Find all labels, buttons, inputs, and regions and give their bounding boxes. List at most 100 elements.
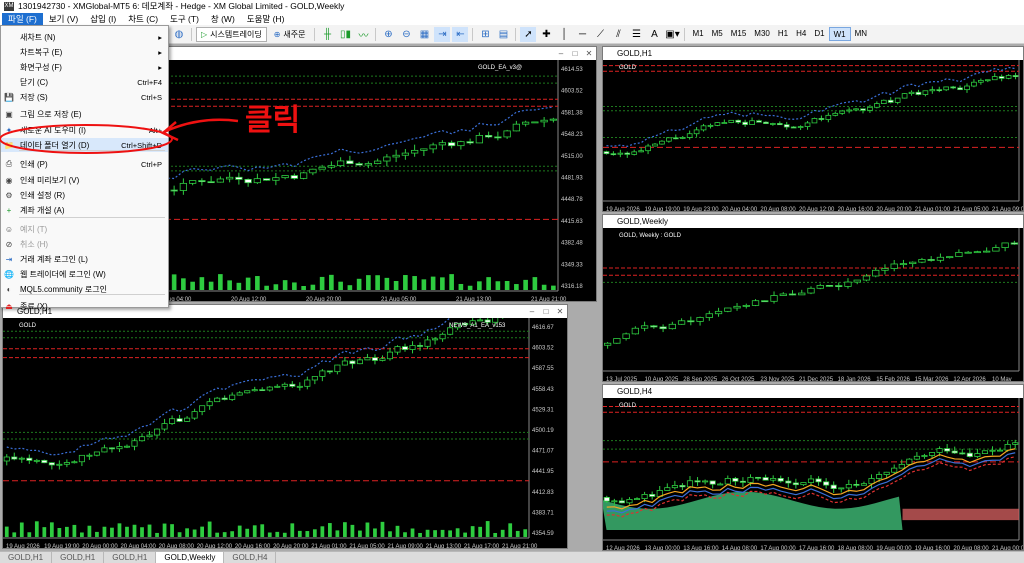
file-menu-item[interactable]: + 계좌 개설 (A): [1, 203, 168, 217]
candle-body: [687, 320, 695, 323]
close-icon[interactable]: ✕: [582, 47, 596, 60]
price-tick-label: 4448.78: [561, 197, 583, 203]
shapes-icon[interactable]: ▣▾: [664, 27, 680, 42]
candle-body: [899, 263, 908, 265]
timeframe-m1[interactable]: M1: [688, 27, 707, 41]
timeframe-w1[interactable]: W1: [828, 27, 851, 41]
tab-gold-h1[interactable]: GOLD,H1: [0, 552, 53, 563]
chart-canvas[interactable]: 13 Jul 2025 10 Aug 2025 28 Sep 2025 26 Oct …: [603, 228, 1024, 382]
timeframe-mn[interactable]: MN: [851, 27, 871, 41]
timeframe-m30[interactable]: M30: [750, 27, 774, 41]
chart-canvas[interactable]: 4616.67 4603.52 4587.55 4558.43 4529.31 4500.…: [3, 318, 568, 549]
maximize-icon[interactable]: □: [539, 305, 553, 318]
equidistant-channel-icon[interactable]: ⫽: [610, 27, 626, 42]
file-menu-item[interactable]: ✦ 새로운 AI 도우미 (I) Alt+: [1, 123, 168, 137]
candle-body: [225, 176, 234, 180]
tab-gold-h1[interactable]: GOLD,H1: [52, 552, 105, 563]
candle-body: [336, 160, 345, 167]
candle-body: [790, 126, 797, 129]
bar-chart-icon[interactable]: ╫: [319, 27, 335, 42]
timeframe-d1[interactable]: D1: [810, 27, 828, 41]
file-menu-item[interactable]: ◉ 인쇄 미리보기 (V): [1, 173, 168, 187]
timeframe-h4[interactable]: H4: [792, 27, 810, 41]
candle-body: [603, 497, 610, 502]
minimize-icon[interactable]: –: [525, 305, 539, 318]
menu-separator: [19, 150, 165, 151]
menu-charts[interactable]: 차트 (C): [122, 13, 164, 25]
chart-window-gold-h4[interactable]: GOLD,H4 12 Aug 2026 13 Aug 00:00 13 Aug 16…: [602, 384, 1024, 551]
candle-body: [763, 121, 769, 124]
system-trading-button[interactable]: ▷ 시스템트레이딩: [196, 26, 267, 42]
trendline-icon[interactable]: ⟋: [592, 27, 608, 42]
text-icon[interactable]: A: [646, 27, 662, 42]
zoom-in-icon[interactable]: ⊕: [380, 27, 396, 42]
minimize-icon[interactable]: –: [554, 47, 568, 60]
candle-body: [732, 478, 739, 482]
file-menu-item[interactable]: ⎙ 인쇄 (P) Ctrl+P: [1, 157, 168, 171]
web-icon: 🌐: [4, 269, 14, 279]
menu-window[interactable]: 창 (W): [205, 13, 241, 25]
file-menu-item[interactable]: 🌐 웹 트레이더에 로그인 (W): [1, 267, 168, 281]
candle-body: [251, 389, 258, 392]
globe-icon[interactable]: ◍: [171, 27, 187, 42]
tab-gold-h1[interactable]: GOLD,H1: [104, 552, 157, 563]
candle-body: [862, 275, 871, 281]
chart-symbol-label: GOLD: [619, 65, 637, 71]
tab-gold-weekly[interactable]: GOLD,Weekly: [156, 552, 225, 563]
candle-body: [392, 154, 400, 158]
timeframe-m15[interactable]: M15: [727, 27, 751, 41]
zoom-out-icon[interactable]: ⊖: [398, 27, 414, 42]
close-icon[interactable]: ✕: [553, 305, 567, 318]
maximize-icon[interactable]: □: [568, 47, 582, 60]
candle-body: [755, 476, 762, 479]
file-menu-item-label: 새로운 AI 도우미 (I): [20, 125, 86, 135]
chart-window-gold-h1[interactable]: GOLD,H1 – □ ✕ 4616.67 4603.52 4587.55 4558.…: [2, 304, 568, 549]
vertical-line-icon[interactable]: │: [556, 27, 572, 42]
chart-window-gold-weekly[interactable]: GOLD,Weekly 13 Jul 2025 10 Aug 2025 28 Sep…: [602, 214, 1024, 382]
menu-view[interactable]: 보기 (V): [43, 13, 84, 25]
autoscroll-icon[interactable]: ⇥: [434, 26, 451, 42]
menu-insert[interactable]: 삽입 (I): [84, 13, 122, 25]
separator: [515, 27, 517, 41]
templates-icon[interactable]: ▤: [495, 27, 511, 42]
horizontal-line-icon[interactable]: ─: [574, 27, 590, 42]
file-menu-item[interactable]: 닫기 (C) Ctrl+F4: [1, 75, 168, 89]
new-order-button[interactable]: ⊕ 새주문: [269, 27, 311, 42]
price-tick-label: 4529.31: [532, 407, 554, 413]
file-menu-item[interactable]: 화면구성 (F) ▸: [1, 60, 168, 74]
chart-canvas[interactable]: 19 Aug 2026 19 Aug 19:00 19 Aug 23:00 20 Au…: [603, 60, 1024, 212]
tile-windows-icon[interactable]: ▦: [416, 27, 432, 42]
candle-body: [447, 142, 456, 147]
file-menu-item[interactable]: 새차트 (N) ▸: [1, 30, 168, 44]
tab-gold-h4[interactable]: GOLD,H4: [224, 552, 277, 563]
candle-body: [830, 484, 837, 490]
file-menu-item[interactable]: ⏏ 종료 (X): [1, 299, 168, 313]
file-menu-item[interactable]: 💾 저장 (S) Ctrl+S: [1, 90, 168, 104]
candle-body: [714, 122, 721, 126]
line-chart-icon[interactable]: 〰: [355, 27, 371, 42]
candle-body: [364, 357, 371, 361]
candle-chart-icon[interactable]: ▯▮: [337, 27, 353, 42]
cloud-area: [902, 508, 1019, 521]
cursor-icon[interactable]: ➚: [520, 26, 537, 42]
candle-body: [679, 137, 686, 139]
file-menu-item[interactable]: ⚙ 인쇄 설정 (R): [1, 188, 168, 202]
crosshair-icon[interactable]: ✚: [538, 27, 554, 42]
timeframe-m5[interactable]: M5: [708, 27, 727, 41]
chart-canvas[interactable]: 12 Aug 2026 13 Aug 00:00 13 Aug 16:00 14 Au…: [603, 398, 1024, 551]
chart-window-right-gold-h1[interactable]: GOLD,H1 19 Aug 2026 19 Aug 19:00 19 Aug 23…: [602, 46, 1024, 212]
menu-file[interactable]: 파일 (F): [2, 12, 43, 25]
timeframe-h1[interactable]: H1: [774, 27, 792, 41]
menu-tools[interactable]: 도구 (T): [164, 13, 205, 25]
chart-shift-icon[interactable]: ⇤: [452, 26, 469, 42]
fibonacci-icon[interactable]: ☰: [628, 27, 644, 42]
candle-body: [477, 319, 484, 322]
file-menu-item[interactable]: 차트복구 (E) ▸: [1, 45, 168, 59]
file-menu-item-label: 화면구성 (F): [20, 62, 62, 72]
file-menu-item[interactable]: ⇥ 거래 계좌 로그인 (L): [1, 252, 168, 266]
ea-name-label: NEWS_A1_EA_v153: [449, 323, 506, 329]
menu-help[interactable]: 도움말 (H): [241, 13, 291, 25]
file-menu-item[interactable]: ▣ 그림 으로 저장 (E): [1, 107, 168, 121]
indicators-icon[interactable]: ⊞: [477, 27, 493, 42]
candle-body: [613, 338, 621, 344]
